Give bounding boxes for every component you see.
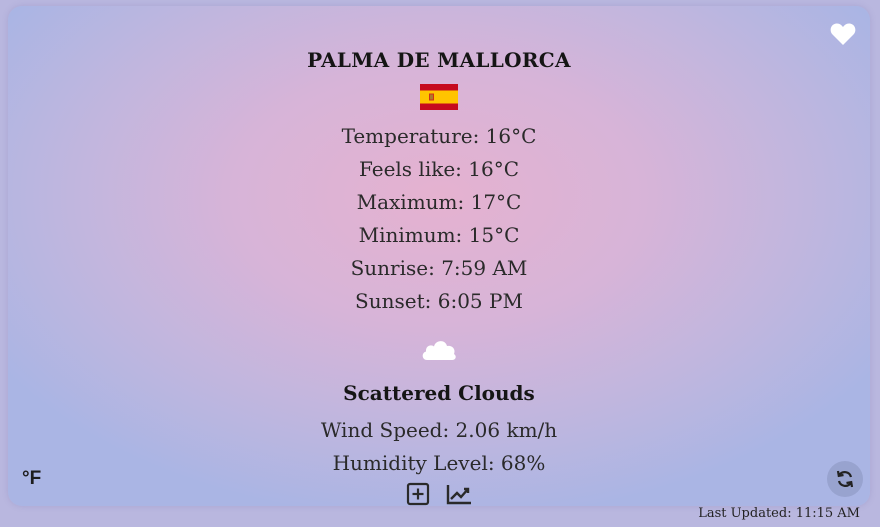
maximum-text: Maximum: 17°C — [356, 190, 522, 214]
sunset-text: Sunset: 6:05 PM — [355, 289, 523, 313]
wind-speed-text: Wind Speed: 2.06 km/h — [320, 418, 558, 442]
last-updated-text: Last Updated: 11:15 AM — [698, 506, 860, 521]
feels-like-text: Feels like: 16°C — [358, 157, 520, 181]
weather-description: Scattered Clouds — [343, 381, 535, 405]
minimum-text: Minimum: 15°C — [358, 223, 520, 247]
sunrise-text: Sunrise: 7:59 AM — [350, 256, 528, 280]
spain-flag-icon — [420, 84, 458, 110]
chart-line-icon[interactable] — [446, 482, 472, 506]
weather-card: PALMA DE MALLORCA Temperature: 16°C Feel… — [8, 6, 870, 506]
unit-toggle-button[interactable]: °F — [22, 468, 41, 490]
cloud-icon — [420, 336, 458, 362]
city-name: PALMA DE MALLORCA — [307, 48, 571, 72]
heart-icon[interactable] — [830, 22, 856, 46]
add-square-icon[interactable] — [406, 482, 432, 506]
refresh-icon — [836, 470, 854, 488]
wind-humidity: Wind Speed: 2.06 km/h Humidity Level: 68… — [8, 414, 870, 480]
temperature-text: Temperature: 16°C — [341, 124, 537, 148]
refresh-button[interactable] — [827, 461, 863, 497]
weather-stats: Temperature: 16°C Feels like: 16°C Maxim… — [8, 120, 870, 318]
humidity-text: Humidity Level: 68% — [332, 451, 546, 475]
